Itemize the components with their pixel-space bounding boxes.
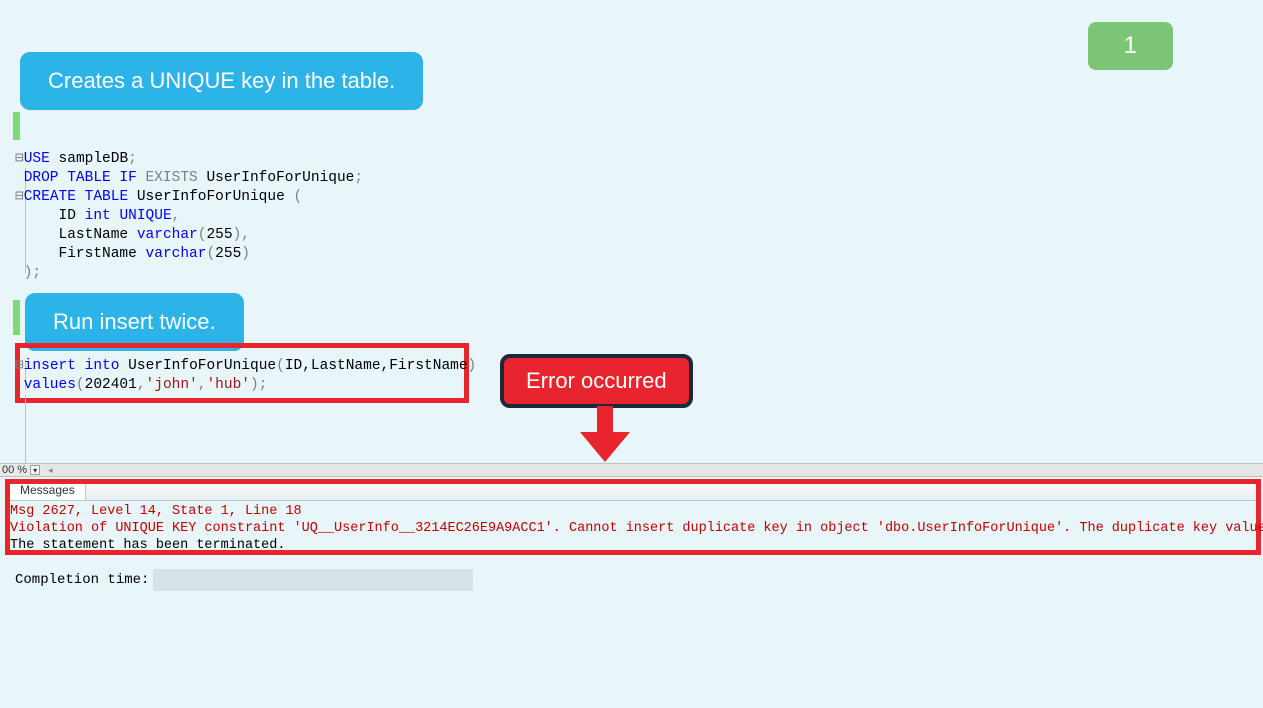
ident-table: UserInfoForUnique <box>128 358 276 374</box>
type-varchar: varchar <box>137 227 198 243</box>
callout-text: Creates a UNIQUE key in the table. <box>48 68 395 93</box>
callout-error: Error occurred <box>500 354 693 408</box>
zoom-select[interactable]: 00 % ▾ <box>0 464 40 476</box>
kw-drop: DROP TABLE <box>24 170 111 186</box>
ident-table: UserInfoForUnique <box>137 189 285 205</box>
type-varchar: varchar <box>146 246 207 262</box>
kw-unique: UNIQUE <box>119 208 171 224</box>
editor-status-strip: 00 % ▾ ◂ <box>0 463 1263 477</box>
callout-text: Run insert twice. <box>53 309 216 334</box>
message-line: The statement has been terminated. <box>10 537 1263 554</box>
val-id: 202401 <box>85 377 137 393</box>
collapse-icon[interactable]: ⊟ <box>15 189 24 205</box>
ident-table: UserInfoForUnique <box>206 170 354 186</box>
sql-code-block-insert[interactable]: ⊟insert into UserInfoForUnique(ID,LastNa… <box>15 357 476 395</box>
col-last: LastName <box>59 227 129 243</box>
val-first: 'hub' <box>206 377 250 393</box>
collapse-icon[interactable]: ⊟ <box>15 151 24 167</box>
kw-values: values <box>24 377 76 393</box>
col-id: ID <box>59 208 76 224</box>
step-number: 1 <box>1124 32 1137 59</box>
ident-db: sampleDB <box>59 151 129 167</box>
varchar-len: 255 <box>215 246 241 262</box>
zoom-value: 00 % <box>2 464 27 476</box>
dropdown-icon[interactable]: ▾ <box>30 465 40 475</box>
scroll-left-icon[interactable]: ◂ <box>48 465 53 476</box>
kw-into: into <box>85 358 120 374</box>
step-badge: 1 <box>1088 22 1173 70</box>
varchar-len: 255 <box>206 227 232 243</box>
kw-exists: EXISTS <box>146 170 198 186</box>
kw-insert: insert <box>24 358 76 374</box>
col-list: ID,LastName,FirstName <box>285 358 468 374</box>
completion-label: Completion time: <box>15 572 149 588</box>
val-last: 'john' <box>146 377 198 393</box>
code-fold-line <box>25 395 26 465</box>
completion-value-redacted <box>153 569 473 591</box>
breakpoint-bar <box>13 112 20 140</box>
error-line: Violation of UNIQUE KEY constraint 'UQ__… <box>10 520 1263 537</box>
error-line: Msg 2627, Level 14, State 1, Line 18 <box>10 503 1263 520</box>
col-first: FirstName <box>59 246 137 262</box>
callout-create-unique: Creates a UNIQUE key in the table. <box>20 52 423 110</box>
arrow-down-icon <box>580 406 630 462</box>
kw-if: IF <box>119 170 136 186</box>
type-int: int <box>85 208 111 224</box>
callout-text: Error occurred <box>526 368 667 393</box>
kw-use: USE <box>24 151 50 167</box>
completion-time-row: Completion time: <box>15 569 473 591</box>
sql-code-block-create[interactable]: ⊟USE sampleDB; DROP TABLE IF EXISTS User… <box>15 150 363 283</box>
horizontal-scrollbar[interactable]: ◂ <box>46 464 1263 476</box>
breakpoint-bar <box>13 300 20 335</box>
collapse-icon[interactable]: ⊟ <box>15 358 24 374</box>
messages-output[interactable]: Msg 2627, Level 14, State 1, Line 18 Vio… <box>10 503 1263 554</box>
kw-create: CREATE TABLE <box>24 189 128 205</box>
